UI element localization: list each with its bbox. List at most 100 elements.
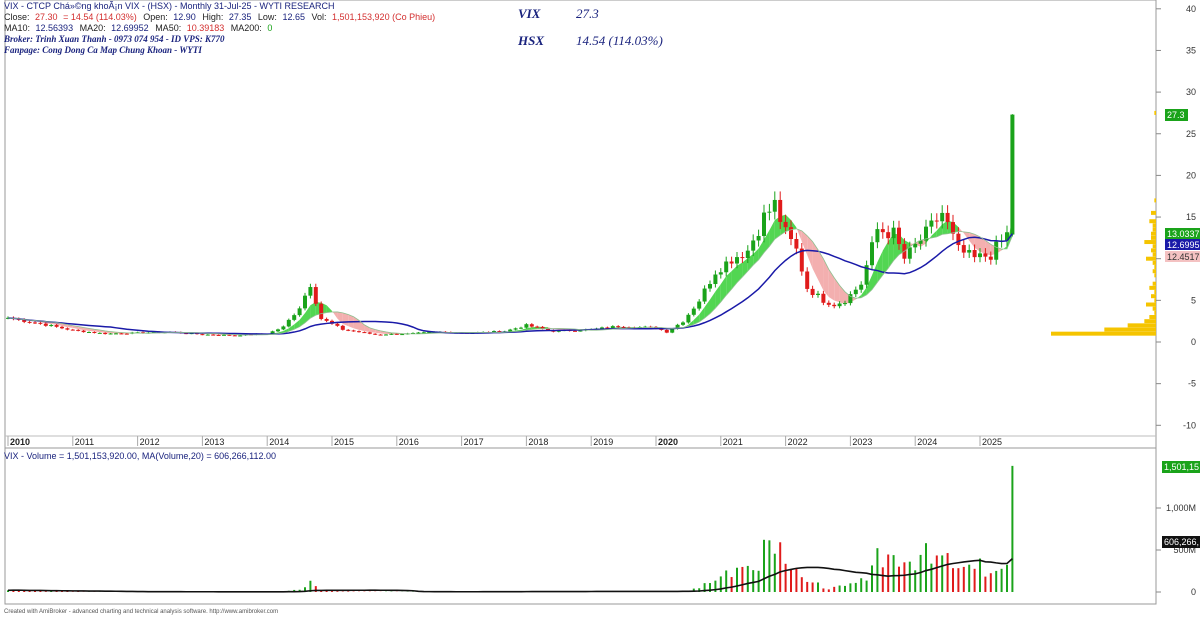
svg-text:606,266,: 606,266,: [1164, 537, 1199, 547]
profile-bar: [1151, 232, 1156, 236]
candle-body: [762, 213, 766, 236]
svg-text:1,501,15: 1,501,15: [1164, 462, 1199, 472]
candle-body: [352, 330, 356, 331]
year-label: 2014: [269, 437, 289, 447]
candle-body: [287, 320, 291, 327]
chart-svg: 4035302520151050-5-101,000M500M0 2010201…: [0, 0, 1200, 616]
candle-body: [55, 325, 59, 327]
candle-body: [816, 294, 820, 295]
overlay-exchange-change: 14.54 (114.03%): [576, 33, 663, 48]
candle-body: [956, 234, 960, 245]
price-axis-label: 0: [1191, 337, 1196, 347]
price-axis-label: -10: [1183, 420, 1196, 430]
ohlc-line: Close: 27.30 = 14.54 (114.03%) Open: 12.…: [4, 12, 435, 22]
candle-body: [416, 333, 420, 334]
candle-body: [703, 289, 707, 302]
year-label: 2022: [788, 437, 808, 447]
year-label: 2012: [140, 437, 160, 447]
candle-body: [697, 302, 701, 309]
overlay-exchange: HSX: [517, 33, 544, 48]
candle-body: [119, 333, 123, 334]
price-axis-label: -5: [1188, 379, 1196, 389]
profile-bar: [1153, 228, 1156, 232]
candle-body: [951, 222, 955, 234]
candle-body: [870, 242, 874, 265]
candle-body: [757, 236, 761, 240]
candle-body: [794, 239, 798, 249]
candle-body: [886, 232, 890, 238]
candle-body: [519, 328, 523, 329]
candle-body: [994, 242, 998, 260]
tag-ma-mid: 12.6995: [1165, 239, 1200, 250]
candle-body: [335, 324, 339, 326]
volume-axis-label: 1,000M: [1166, 503, 1196, 513]
candle-body: [125, 334, 129, 335]
candle-body: [389, 334, 393, 335]
profile-bar: [1153, 223, 1156, 227]
candle-body: [514, 328, 518, 329]
overlay-ticker: VIX: [518, 6, 541, 21]
candle-body: [222, 335, 226, 336]
candle-body: [778, 200, 782, 222]
profile-bar: [1104, 328, 1156, 332]
candle-body: [973, 250, 977, 257]
candle-body: [87, 332, 91, 333]
candle-body: [103, 333, 107, 334]
tag-last-volume: 1,501,15: [1162, 461, 1200, 473]
candle-body: [357, 331, 361, 332]
candle-body: [838, 304, 842, 307]
candle-body: [49, 325, 53, 326]
profile-bar: [1153, 244, 1156, 248]
tag-ma-low: 12.4517: [1165, 251, 1200, 262]
candle-body: [109, 333, 113, 334]
candle-body: [789, 227, 793, 239]
candle-body: [805, 271, 809, 288]
profile-bar: [1153, 261, 1156, 265]
candle-body: [746, 251, 750, 258]
candle-body: [384, 335, 388, 336]
candle-body: [622, 327, 626, 328]
year-label: 2015: [334, 437, 354, 447]
candle-body: [508, 330, 512, 332]
chart-window: 4035302520151050-5-101,000M500M0 2010201…: [0, 0, 1200, 616]
candle-body: [681, 322, 685, 324]
candle-body: [811, 289, 815, 295]
candle-body: [854, 290, 858, 294]
candle-body: [341, 326, 345, 330]
candle-body: [578, 331, 582, 332]
year-label: 2011: [75, 437, 94, 447]
volume-title: VIX - Volume = 1,501,153,920.00, MA(Volu…: [4, 451, 276, 461]
axis-layer: 4035302520151050-5-101,000M500M0: [1156, 4, 1196, 597]
candle-body: [211, 335, 215, 336]
candle-body: [92, 332, 96, 333]
candle-body: [665, 330, 669, 333]
candle-body: [740, 257, 744, 258]
year-label: 2025: [982, 437, 1002, 447]
candle-body: [978, 253, 982, 257]
profile-bar: [1151, 248, 1156, 252]
candle-body: [686, 315, 690, 323]
candle-body: [600, 327, 604, 328]
price-axis-label: 40: [1186, 4, 1196, 14]
candle-body: [292, 315, 296, 320]
candle-body: [773, 200, 777, 212]
profile-bar: [1149, 219, 1156, 223]
year-label: 2016: [399, 437, 419, 447]
profile-bar: [1144, 240, 1156, 244]
candle-body: [373, 334, 377, 335]
profile-bar: [1051, 332, 1156, 336]
candle-body: [735, 257, 739, 263]
candle-body: [935, 221, 939, 222]
candle-body: [859, 285, 863, 290]
candle-body: [200, 334, 204, 335]
candle-body: [832, 305, 836, 306]
candle-body: [875, 229, 879, 242]
candle-body: [38, 323, 42, 324]
year-label: 2010: [10, 437, 30, 447]
year-label: 2017: [464, 437, 484, 447]
price-axis-label: 5: [1191, 295, 1196, 305]
candle-body: [962, 245, 966, 253]
candle-body: [71, 330, 75, 331]
profile-bar: [1151, 236, 1156, 240]
svg-text:27.3: 27.3: [1167, 110, 1185, 120]
